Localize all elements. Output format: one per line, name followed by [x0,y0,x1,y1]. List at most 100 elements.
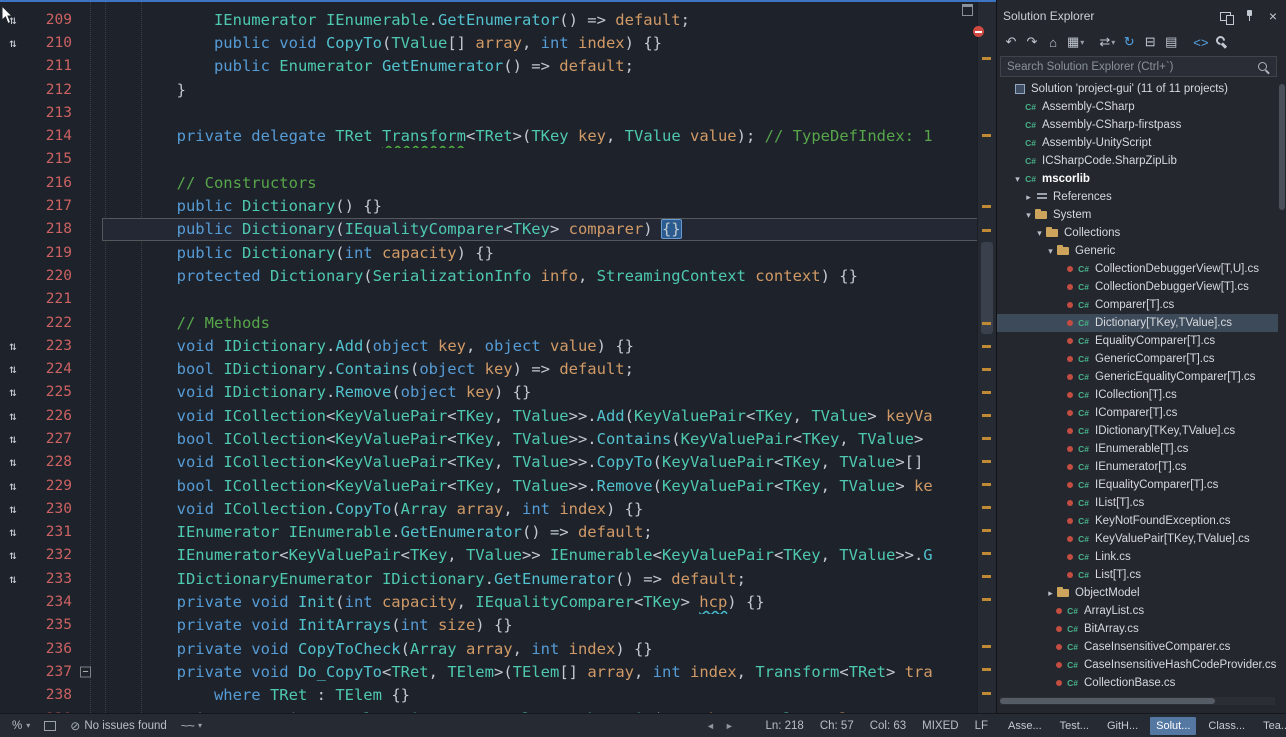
zoom-control[interactable]: % ▾ [8,720,30,732]
line-number[interactable]: 226 [26,408,72,424]
tree-item[interactable]: C#IComparer[T].cs [997,404,1278,422]
tree-item[interactable]: C#List[T].cs [997,566,1278,584]
line-number[interactable]: 211 [26,58,72,74]
switch-views-icon[interactable]: ▦▾ [1067,34,1084,50]
screen-status-icon[interactable] [44,721,56,731]
code-line[interactable]: 238where TRet : TElem {} [0,684,996,707]
tree-item[interactable]: C#EqualityComparer[T].cs [997,332,1278,350]
line-number[interactable]: 236 [26,641,72,657]
implements-interface-icon[interactable]: ⇅ [0,339,26,353]
code-line[interactable]: 211public Enumerator GetEnumerator() => … [0,55,996,78]
code-line[interactable]: 214private delegate TRet Transform<TRet>… [0,124,996,147]
tree-item[interactable]: C#Link.cs [997,548,1278,566]
character-indicator[interactable]: Ch: 57 [820,720,854,732]
line-number[interactable]: 231 [26,524,72,540]
code-line[interactable]: 220protected Dictionary(SerializationInf… [0,264,996,287]
tree-item[interactable]: C#IEnumerator[T].cs [997,458,1278,476]
line-number[interactable]: 216 [26,175,72,191]
squiggle-filter[interactable]: ~~ ▾ [181,718,202,733]
view-code-icon[interactable]: <> [1193,35,1208,50]
line-number[interactable]: 225 [26,384,72,400]
line-number[interactable]: 209 [26,12,72,28]
tree-item[interactable]: C#Assembly-UnityScript [997,134,1278,152]
code-line[interactable]: ⇅228void ICollection<KeyValuePair<TKey, … [0,451,996,474]
tree-vertical-scrollbar[interactable] [1279,84,1285,690]
expander-expanded-icon[interactable]: ▾ [1034,228,1045,239]
code-line[interactable]: 216// Constructors [0,171,996,194]
sync-active-document-icon[interactable]: ⇄▾ [1099,34,1115,50]
code-line[interactable]: ⇅230void ICollection.CopyTo(Array array,… [0,497,996,520]
expander-expanded-icon[interactable]: ▾ [1012,174,1023,185]
line-number[interactable]: 215 [26,151,72,167]
implements-interface-icon[interactable]: ⇅ [0,502,26,516]
preview-selected-items-icon[interactable]: ▤ [1164,34,1178,50]
tree-item[interactable]: C#ICSharpCode.SharpZipLib [997,152,1278,170]
column-indicator[interactable]: Col: 63 [870,720,906,732]
vertical-scrollbar[interactable] [977,2,996,713]
forward-icon[interactable]: ↷ [1025,34,1039,50]
line-number[interactable]: 220 [26,268,72,284]
tree-item[interactable]: C#CollectionDebuggerView[T].cs [997,278,1278,296]
line-number[interactable]: 217 [26,198,72,214]
nav-back-icon[interactable]: ◄ [706,721,715,731]
line-number[interactable]: 223 [26,338,72,354]
code-line[interactable]: ⇅224bool IDictionary.Contains(object key… [0,357,996,380]
tree-item[interactable]: C#Assembly-CSharp-firstpass [997,116,1278,134]
properties-wrench-icon[interactable] [1215,35,1229,49]
fold-collapse-box[interactable]: − [80,666,91,677]
line-number[interactable]: 224 [26,361,72,377]
code-line[interactable]: 213 [0,101,996,124]
code-line[interactable]: ⇅209IEnumerator IEnumerable.GetEnumerato… [0,8,996,31]
code-line[interactable]: 219public Dictionary(int capacity) {} [0,241,996,264]
tree-item[interactable]: ▾C#mscorlib [997,170,1278,188]
tree-item[interactable]: C#CollectionBase.cs [997,674,1278,692]
panel-tab[interactable]: GitH... [1101,717,1144,735]
line-number[interactable]: 229 [26,478,72,494]
line-number[interactable]: 230 [26,501,72,517]
tree-item[interactable]: C#KeyNotFoundException.cs [997,512,1278,530]
line-number[interactable]: 233 [26,571,72,587]
implements-interface-icon[interactable]: ⇅ [0,409,26,423]
close-icon[interactable]: × [1266,9,1280,23]
tree-item[interactable]: ▾Collections [997,224,1278,242]
code-line[interactable]: 218public Dictionary(IEqualityComparer<T… [0,218,996,241]
line-number[interactable]: 213 [26,105,72,121]
issues-status[interactable]: ⊘ No issues found [70,719,167,733]
code-line[interactable]: ⇅227bool ICollection<KeyValuePair<TKey, … [0,427,996,450]
code-line[interactable]: 212} [0,78,996,101]
code-line[interactable]: 215 [0,148,996,171]
tree-item[interactable]: C#ICollection[T].cs [997,386,1278,404]
tree-item[interactable]: C#KeyValuePair[TKey,TValue].cs [997,530,1278,548]
tree-item[interactable]: C#Assembly-CSharp [997,98,1278,116]
line-number[interactable]: 221 [26,291,72,307]
implements-interface-icon[interactable]: ⇅ [0,385,26,399]
tree-item[interactable]: C#IEqualityComparer[T].cs [997,476,1278,494]
dock-window-icon[interactable] [1218,9,1232,23]
tree-item[interactable]: C#Comparer[T].cs [997,296,1278,314]
tree-item[interactable]: ▸References [997,188,1278,206]
line-number[interactable]: 227 [26,431,72,447]
expander-collapsed-icon[interactable]: ▸ [1023,192,1034,203]
line-number[interactable]: 237 [26,664,72,680]
code-line[interactable]: 239private static KeyValuePair<TKey, TVa… [0,707,996,713]
code-line[interactable]: ⇅226void ICollection<KeyValuePair<TKey, … [0,404,996,427]
tree-item[interactable]: C#IList[T].cs [997,494,1278,512]
tree-item[interactable]: C#IEnumerable[T].cs [997,440,1278,458]
tree-item[interactable]: ▸ObjectModel [997,584,1278,602]
line-number[interactable]: 214 [26,128,72,144]
tree-item[interactable]: C#CaseInsensitiveHashCodeProvider.cs [997,656,1278,674]
implements-interface-icon[interactable]: ⇅ [0,362,26,376]
scrollbar-thumb[interactable] [1000,698,1215,704]
line-number[interactable]: 218 [26,221,72,237]
line-number[interactable]: 228 [26,454,72,470]
implements-interface-icon[interactable]: ⇅ [0,525,26,539]
implements-interface-icon[interactable]: ⇅ [0,548,26,562]
panel-tab[interactable]: Asse... [1002,717,1048,735]
implements-interface-icon[interactable]: ⇅ [0,455,26,469]
back-icon[interactable]: ↶ [1004,34,1018,50]
implements-interface-icon[interactable]: ⇅ [0,432,26,446]
code-line[interactable]: ⇅231IEnumerator IEnumerable.GetEnumerato… [0,521,996,544]
pin-icon[interactable] [1242,9,1256,23]
code-line[interactable]: 217public Dictionary() {} [0,194,996,217]
tree-item[interactable]: C#Dictionary[TKey,TValue].cs [997,314,1278,332]
